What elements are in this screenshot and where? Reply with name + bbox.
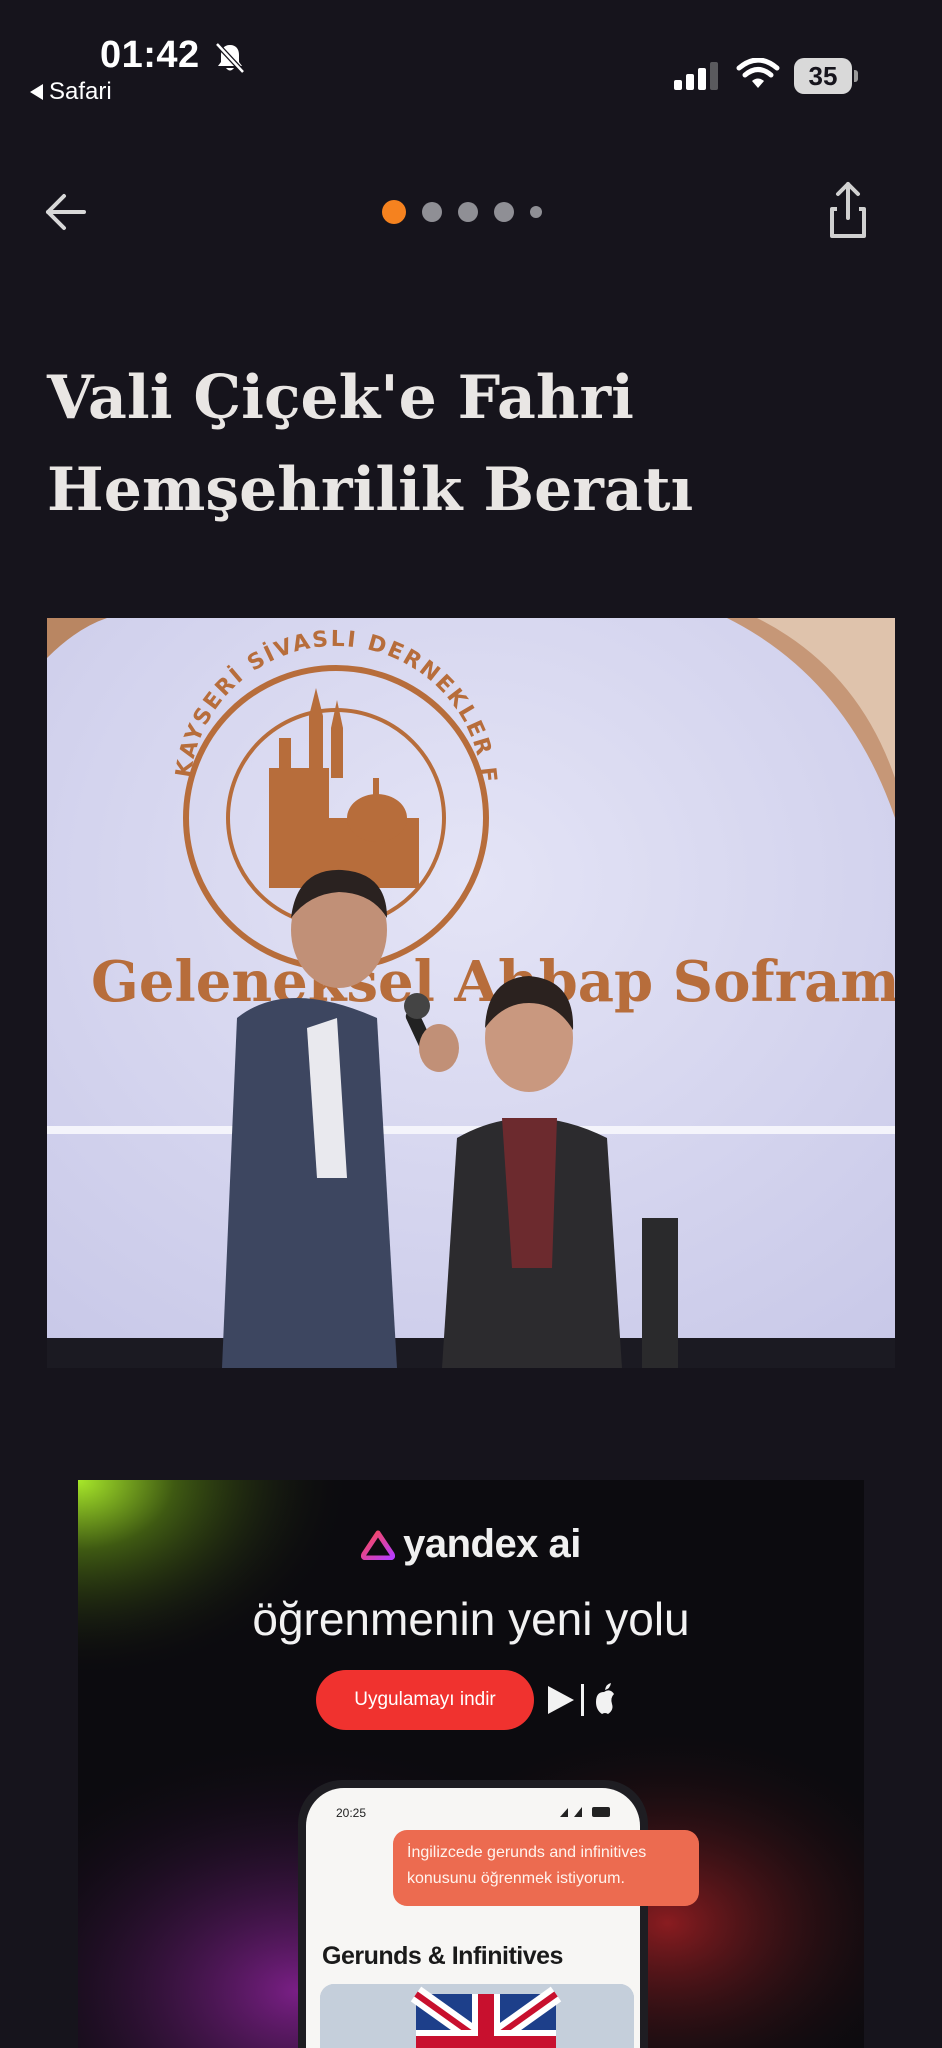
page-dot[interactable] — [530, 206, 542, 218]
arrow-left-icon[interactable] — [40, 186, 92, 238]
page-dot[interactable] — [458, 202, 478, 222]
wifi-icon — [736, 58, 780, 88]
article-title: Vali Çiçek'e Fahri Hemşehrilik Beratı — [47, 363, 694, 525]
uk-flag-image — [320, 1984, 634, 2048]
phone-status-icons — [560, 1807, 610, 1817]
download-app-button[interactable]: Uygulamayı indir — [316, 1670, 534, 1730]
battery-level: 35 — [808, 61, 838, 91]
play-store-icon[interactable] — [548, 1686, 574, 1714]
phone-mockup: 20:25 Gerunds & Infinitives — [298, 1780, 648, 2048]
status-bar: 01:42 Safari 35 — [0, 0, 942, 120]
page-dot[interactable] — [422, 202, 442, 222]
ad-brand: yandex ai — [78, 1522, 864, 1567]
cellular-signal-icon — [674, 62, 718, 90]
ceremony-photo-illustration: KAYSERİ SİVASLI DERNEKLER FEDERASYONU Ge… — [47, 618, 895, 1368]
share-icon[interactable] — [822, 180, 874, 240]
phone-time: 20:25 — [336, 1806, 367, 1820]
article-photo[interactable]: KAYSERİ SİVASLI DERNEKLER FEDERASYONU Ge… — [47, 618, 895, 1368]
page-dot-active[interactable] — [382, 200, 406, 224]
back-app-label: Safari — [49, 78, 112, 105]
status-time: 01:42 — [100, 34, 200, 76]
back-triangle-icon — [30, 84, 43, 100]
page-dot[interactable] — [494, 202, 514, 222]
advertisement[interactable]: yandex ai öğrenmenin yeni yolu Uygulamay… — [78, 1480, 864, 2048]
phone-lesson-heading: Gerunds & Infinitives — [322, 1942, 563, 1970]
back-to-app-link[interactable]: Safari — [30, 78, 112, 106]
store-icons — [548, 1683, 614, 1716]
page-indicator — [382, 200, 542, 224]
apple-store-icon[interactable] — [596, 1683, 614, 1714]
chat-bubble: İngilizcede gerunds and infinitives konu… — [393, 1830, 699, 1906]
bell-slash-icon — [215, 42, 245, 74]
ad-brand-text: yandex ai — [403, 1522, 581, 1566]
battery-icon: 35 — [794, 58, 858, 94]
ad-slogan: öğrenmenin yeni yolu — [252, 1593, 690, 1645]
yandex-ai-logo-icon — [361, 1530, 396, 1560]
